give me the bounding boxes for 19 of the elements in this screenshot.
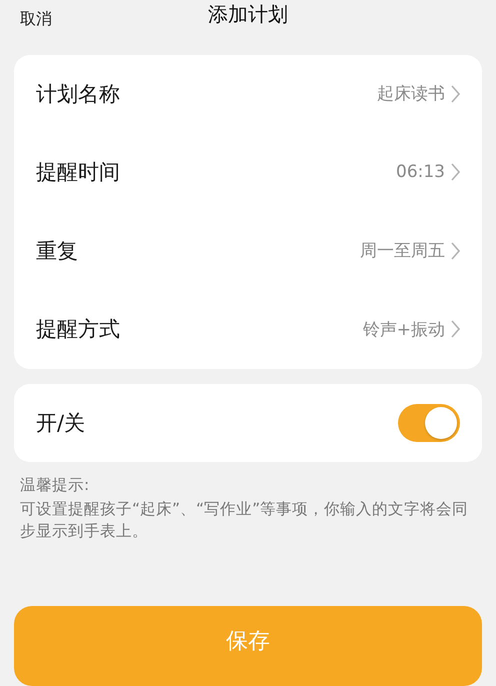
hint-text: 可设置提醒孩子“起床”、“写作业”等事项，你输入的文字将会同步显示到手表上。	[20, 499, 470, 542]
toggle-switch[interactable]	[398, 404, 460, 442]
setting-label: 重复	[36, 238, 78, 265]
chevron-right-icon	[451, 320, 460, 338]
setting-value[interactable]: 周一至周五	[360, 239, 445, 262]
save-button[interactable]: 保存	[14, 606, 482, 686]
setting-value[interactable]: 铃声+振动	[362, 318, 445, 341]
setting-label: 提醒时间	[36, 159, 120, 186]
hint-title: 温馨提示:	[20, 475, 90, 496]
cancel-link[interactable]: 取消	[20, 9, 52, 30]
chevron-right-icon	[451, 163, 460, 182]
setting-label: 计划名称	[36, 80, 120, 108]
switch-label: 开/关	[36, 410, 86, 437]
chevron-right-icon	[451, 84, 460, 103]
page-title: 添加计划	[208, 1, 288, 28]
chevron-right-icon	[451, 242, 460, 260]
setting-label: 提醒方式	[36, 316, 120, 344]
setting-value[interactable]: 06:13	[396, 162, 445, 182]
setting-value[interactable]: 起床读书	[377, 82, 445, 106]
